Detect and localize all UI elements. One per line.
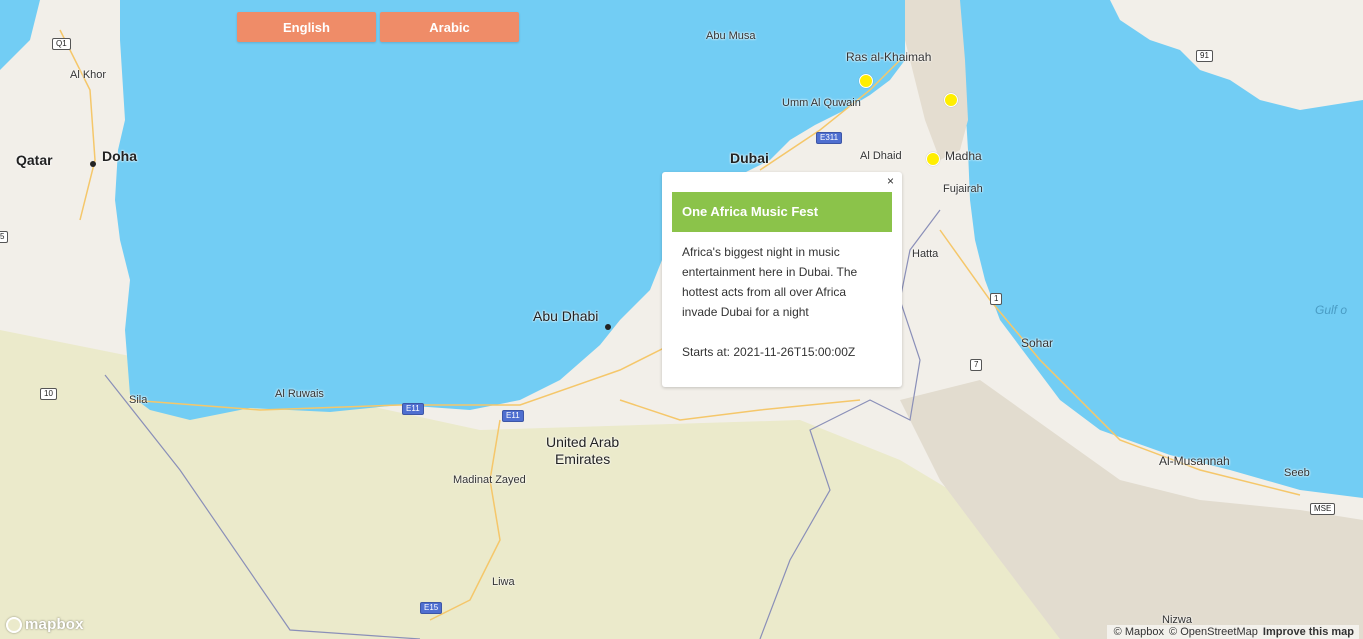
label-ras-al-khaimah: Ras al-Khaimah <box>846 50 932 64</box>
label-sila: Sila <box>129 394 148 406</box>
label-liwa: Liwa <box>492 576 515 588</box>
map-attribution: © Mapbox © OpenStreetMap Improve this ma… <box>1106 625 1359 639</box>
label-al-khor: Al Khor <box>70 69 107 81</box>
english-button[interactable]: English <box>237 12 376 42</box>
road-shield-91: 91 <box>1196 50 1213 62</box>
attribution-mapbox-link[interactable]: © Mapbox <box>1114 626 1164 638</box>
road-shield-e311: E311 <box>816 132 843 144</box>
road-shield-1: 1 <box>990 293 1003 305</box>
label-uae: United Arab Emirates <box>546 434 619 468</box>
popup-start-time: Starts at: 2021-11-26T15:00:00Z <box>682 345 856 359</box>
label-madinat-zayed: Madinat Zayed <box>453 474 526 486</box>
label-doha: Doha <box>102 148 137 164</box>
label-sohar: Sohar <box>1021 336 1054 350</box>
label-qatar: Qatar <box>16 152 53 168</box>
marker-east-coast[interactable] <box>944 93 958 107</box>
mapbox-logo-icon <box>6 616 22 633</box>
label-madha: Madha <box>945 149 982 163</box>
label-uae-line2: Emirates <box>554 451 611 467</box>
mapbox-logo-text: mapbox <box>25 616 84 633</box>
city-dot-doha <box>90 161 96 167</box>
road-shield-7: 7 <box>970 359 983 371</box>
road-shield-mse: MSE <box>1310 503 1336 515</box>
attribution-osm-link[interactable]: © OpenStreetMap <box>1169 626 1258 638</box>
label-gulf: Gulf o <box>1315 303 1348 317</box>
label-al-musannah: Al-Musannah <box>1159 454 1230 468</box>
label-seeb: Seeb <box>1284 467 1310 479</box>
label-al-ruwais: Al Ruwais <box>275 388 324 400</box>
label-uae-line1: United Arab <box>546 434 620 450</box>
road-shield-q1: Q1 <box>52 38 71 50</box>
city-dot-abu-dhabi <box>605 324 611 330</box>
road-shield-e11: E11 <box>402 403 424 415</box>
popup-title: One Africa Music Fest <box>672 192 892 232</box>
label-dubai: Dubai <box>730 150 769 166</box>
event-popup: × One Africa Music Fest Africa's biggest… <box>662 172 902 387</box>
popup-close-button[interactable]: × <box>885 173 896 189</box>
road-shield-e15: E15 <box>420 602 443 614</box>
label-abu-dhabi: Abu Dhabi <box>533 308 599 324</box>
label-al-dhaid: Al Dhaid <box>860 150 902 162</box>
road-shield-5: 5 <box>0 231 9 243</box>
marker-ras-al-khaimah[interactable] <box>859 74 873 88</box>
mapbox-logo[interactable]: mapbox <box>6 616 84 633</box>
label-hatta: Hatta <box>912 248 939 260</box>
road-shield-e11: E11 <box>502 410 524 422</box>
marker-madha[interactable] <box>926 152 940 166</box>
popup-description: Africa's biggest night in music entertai… <box>682 245 858 319</box>
label-umm-al-quwain: Umm Al Quwain <box>782 97 861 109</box>
label-abu-musa: Abu Musa <box>706 30 756 42</box>
arabic-button[interactable]: Arabic <box>380 12 519 42</box>
label-fujairah: Fujairah <box>943 183 983 195</box>
improve-map-link[interactable]: Improve this map <box>1263 626 1354 638</box>
road-shield-10: 10 <box>40 388 57 400</box>
